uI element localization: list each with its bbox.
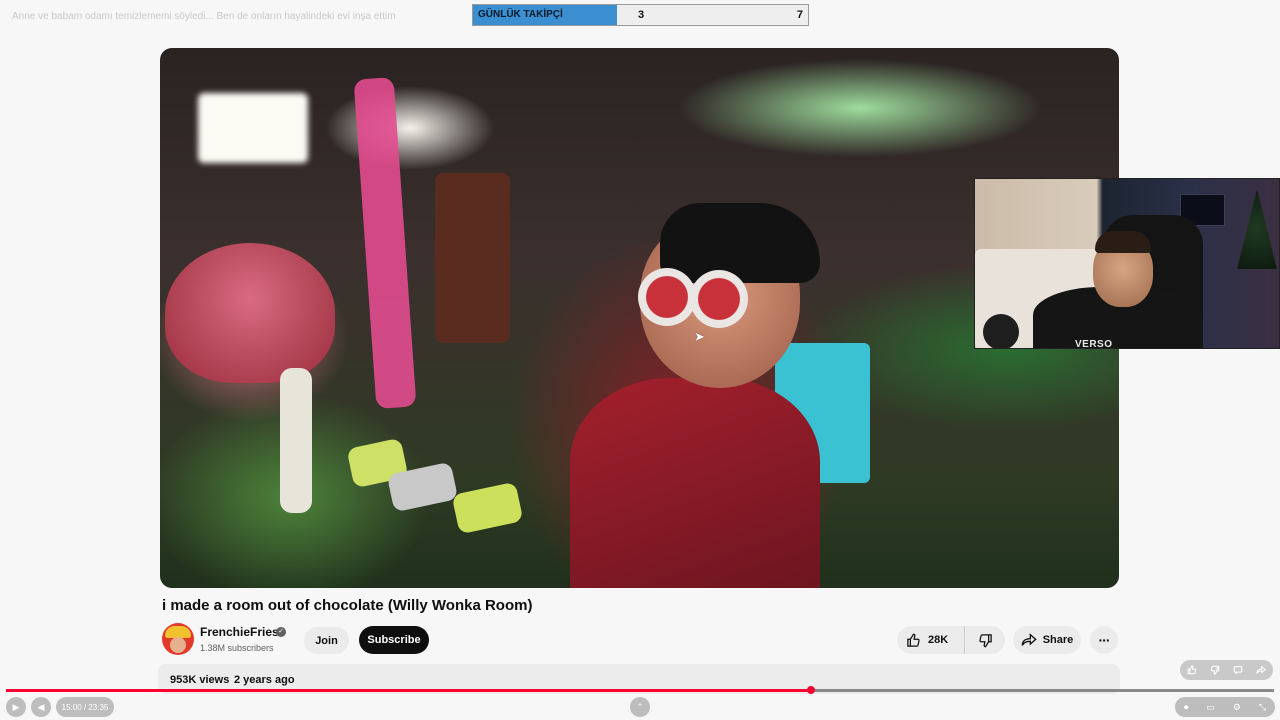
share-label: Share	[1042, 634, 1074, 646]
volume-icon: ◀	[37, 701, 45, 712]
candy-mushroom	[165, 243, 335, 383]
time-display: 15:00 / 23:35	[56, 697, 114, 717]
candy-tree-trunk	[353, 77, 417, 409]
join-button[interactable]: Join	[304, 627, 349, 654]
webcam-microphone	[983, 314, 1019, 348]
video-title: i made a room out of chocolate (Willy Wo…	[162, 597, 533, 614]
share-arrow-icon	[1021, 633, 1037, 647]
expand-controls-button[interactable]: ⌃	[630, 697, 650, 717]
channel-name[interactable]: FrenchieFries	[200, 625, 279, 639]
streamer-hair	[1095, 231, 1151, 253]
goggle-lens	[690, 270, 748, 328]
dislike-button[interactable]	[965, 626, 1005, 654]
webcam-christmas-tree	[1237, 189, 1277, 269]
streamer-webcam: VERSO	[974, 178, 1280, 349]
player-settings-bar: ⏺ ▭ ⚙ ⤡	[1175, 697, 1275, 717]
comment-icon[interactable]	[1233, 665, 1243, 675]
mouse-cursor-icon: ➤	[694, 329, 705, 344]
share-button[interactable]: Share	[1013, 626, 1081, 654]
share-arrow-icon[interactable]	[1256, 665, 1267, 675]
more-actions-button[interactable]: ···	[1090, 626, 1118, 654]
goggle-lens	[638, 268, 696, 326]
video-progress-bar[interactable]	[6, 686, 1274, 694]
channel-avatar[interactable]	[162, 623, 194, 655]
mushroom-stem	[280, 368, 312, 513]
check-circle-icon: ✓	[276, 627, 286, 637]
subscribe-button[interactable]: Subscribe	[359, 626, 429, 654]
like-dislike-group: 28K	[897, 626, 1005, 654]
gear-icon[interactable]: ⚙	[1233, 702, 1241, 713]
streamer-shirt-text: VERSO	[1075, 339, 1113, 349]
top-hat	[660, 203, 820, 283]
view-count: 953K views	[170, 674, 230, 686]
follower-goal-target: 7	[796, 9, 803, 21]
room-door	[435, 173, 510, 343]
autoplay-toggle-icon[interactable]: ⏺	[1184, 702, 1189, 713]
follower-goal-bar: GÜNLÜK TAKİPÇİ 3 7	[472, 4, 809, 26]
like-button[interactable]: 28K	[897, 626, 965, 654]
follower-goal-current: 3	[638, 9, 645, 21]
thumbs-up-icon	[906, 633, 921, 648]
avatar-face	[170, 637, 186, 653]
chevron-up-icon: ⌃	[636, 701, 644, 712]
subscriber-count: 1.38M subscribers	[200, 643, 274, 653]
fullscreen-icon[interactable]: ⤡	[1259, 702, 1266, 713]
video-progress-played	[6, 689, 812, 692]
play-icon: ▶	[12, 701, 20, 712]
thumbs-down-icon	[978, 633, 993, 648]
overlay-action-bar	[1180, 660, 1273, 680]
follower-goal-label: GÜNLÜK TAKİPÇİ	[478, 9, 563, 20]
studio-light	[198, 93, 308, 163]
volume-button[interactable]: ◀	[31, 697, 51, 717]
stream-overlay-title: Anne ve babam odamı temizlememi söyledi.…	[12, 11, 396, 22]
stepping-stone	[451, 481, 524, 535]
thumbs-up-icon[interactable]	[1187, 665, 1197, 675]
captions-icon[interactable]: ▭	[1206, 702, 1215, 713]
like-count: 28K	[928, 634, 949, 646]
thumbs-down-icon[interactable]	[1210, 665, 1220, 675]
presenter-shirt	[570, 378, 820, 588]
upload-age: 2 years ago	[234, 674, 295, 686]
play-button[interactable]: ▶	[6, 697, 26, 717]
